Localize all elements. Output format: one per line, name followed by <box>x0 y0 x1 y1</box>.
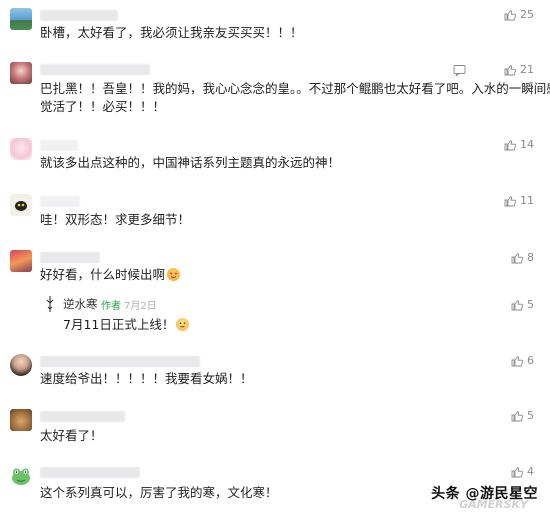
thumbs-up-icon <box>511 466 523 477</box>
reply-text-content: 7月11日正式上线！ <box>63 317 175 332</box>
like-count: 11 <box>520 194 534 207</box>
avatar-creature-icon <box>15 201 27 211</box>
username-blurred[interactable] <box>40 411 125 422</box>
ink-figure-icon <box>46 296 54 312</box>
avatar[interactable] <box>10 8 32 30</box>
thumbs-up-icon <box>504 139 516 150</box>
like-button[interactable]: 5 <box>511 409 534 422</box>
thumbs-up-icon <box>511 252 523 263</box>
like-button[interactable]: 11 <box>504 194 534 207</box>
avatar[interactable] <box>10 62 32 84</box>
like-button[interactable]: 8 <box>511 251 534 264</box>
avatar[interactable] <box>10 465 32 487</box>
comment-text: 太好看了！ <box>40 428 103 443</box>
username-blurred[interactable] <box>40 467 140 478</box>
reply-date: 7月2日 <box>124 301 157 312</box>
comment-text-content: 好好看，什么时候出啊 <box>40 267 166 282</box>
reply-author-name[interactable]: 逆水寒 <box>63 296 98 312</box>
like-count: 14 <box>520 138 534 151</box>
avatar[interactable] <box>10 194 32 216</box>
like-count: 21 <box>520 63 534 76</box>
comment-text: 就该多出点这种的，中国神话系列主题真的永远的神！ <box>40 155 341 170</box>
reply-author-avatar[interactable] <box>44 295 56 313</box>
like-button[interactable]: 4 <box>511 465 534 478</box>
username-blurred[interactable] <box>40 64 150 75</box>
thumbs-up-icon <box>511 355 523 366</box>
like-button[interactable]: 6 <box>511 354 534 367</box>
reply-text: 7月11日正式上线！ <box>63 316 190 333</box>
smile-emoji-icon <box>176 318 190 331</box>
message-icon[interactable] <box>453 64 466 77</box>
avatar[interactable] <box>10 250 32 272</box>
avatar[interactable] <box>10 138 32 160</box>
comment-text: 这个系列真可以，厉害了我的寒，文化寒！ <box>40 485 278 500</box>
reply-like-button[interactable]: 5 <box>511 298 534 311</box>
thumbs-up-icon <box>504 195 516 206</box>
thumbs-up-icon <box>504 64 516 75</box>
like-count: 25 <box>520 8 534 21</box>
comment-text: 好好看，什么时候出啊 <box>40 266 181 283</box>
like-button[interactable]: 14 <box>504 138 534 151</box>
comment-text: 哇！双形态！求更多细节！ <box>40 212 191 227</box>
like-count: 5 <box>527 409 534 422</box>
like-count: 4 <box>527 465 534 478</box>
username-blurred[interactable] <box>40 252 100 263</box>
like-button[interactable]: 25 <box>504 8 534 21</box>
like-button[interactable]: 21 <box>504 63 534 76</box>
thumbs-up-icon <box>511 410 523 421</box>
heart-eyes-emoji-icon <box>167 268 181 281</box>
like-count: 8 <box>527 251 534 264</box>
thumbs-up-icon <box>504 9 516 20</box>
thumbs-up-icon <box>511 299 523 310</box>
comment-text: 卧槽，太好看了，我必须让我亲友买买买！！！ <box>40 25 303 40</box>
username-blurred[interactable] <box>40 196 80 207</box>
avatar[interactable] <box>10 409 32 431</box>
username-blurred[interactable] <box>40 140 78 151</box>
like-count: 6 <box>527 354 534 367</box>
username-blurred[interactable] <box>40 356 200 367</box>
watermark: 头条 @游民星空 <box>431 486 538 502</box>
comment-text: 觉活了！！必买！！！ <box>40 99 166 114</box>
avatar[interactable] <box>10 354 32 376</box>
comment-text: 速度给爷出！！！！！我要看女娲！！ <box>40 371 253 386</box>
comment-text: 巴扎黑！！吾皇！！我的妈，我心心念念的皇。。不过那个鲲鹏也太好看了吧。入水的一瞬… <box>40 81 550 96</box>
author-badge: 作者 <box>101 301 121 312</box>
like-count: 5 <box>527 298 534 311</box>
frog-avatar-icon <box>12 468 30 485</box>
username-blurred[interactable] <box>40 10 118 21</box>
